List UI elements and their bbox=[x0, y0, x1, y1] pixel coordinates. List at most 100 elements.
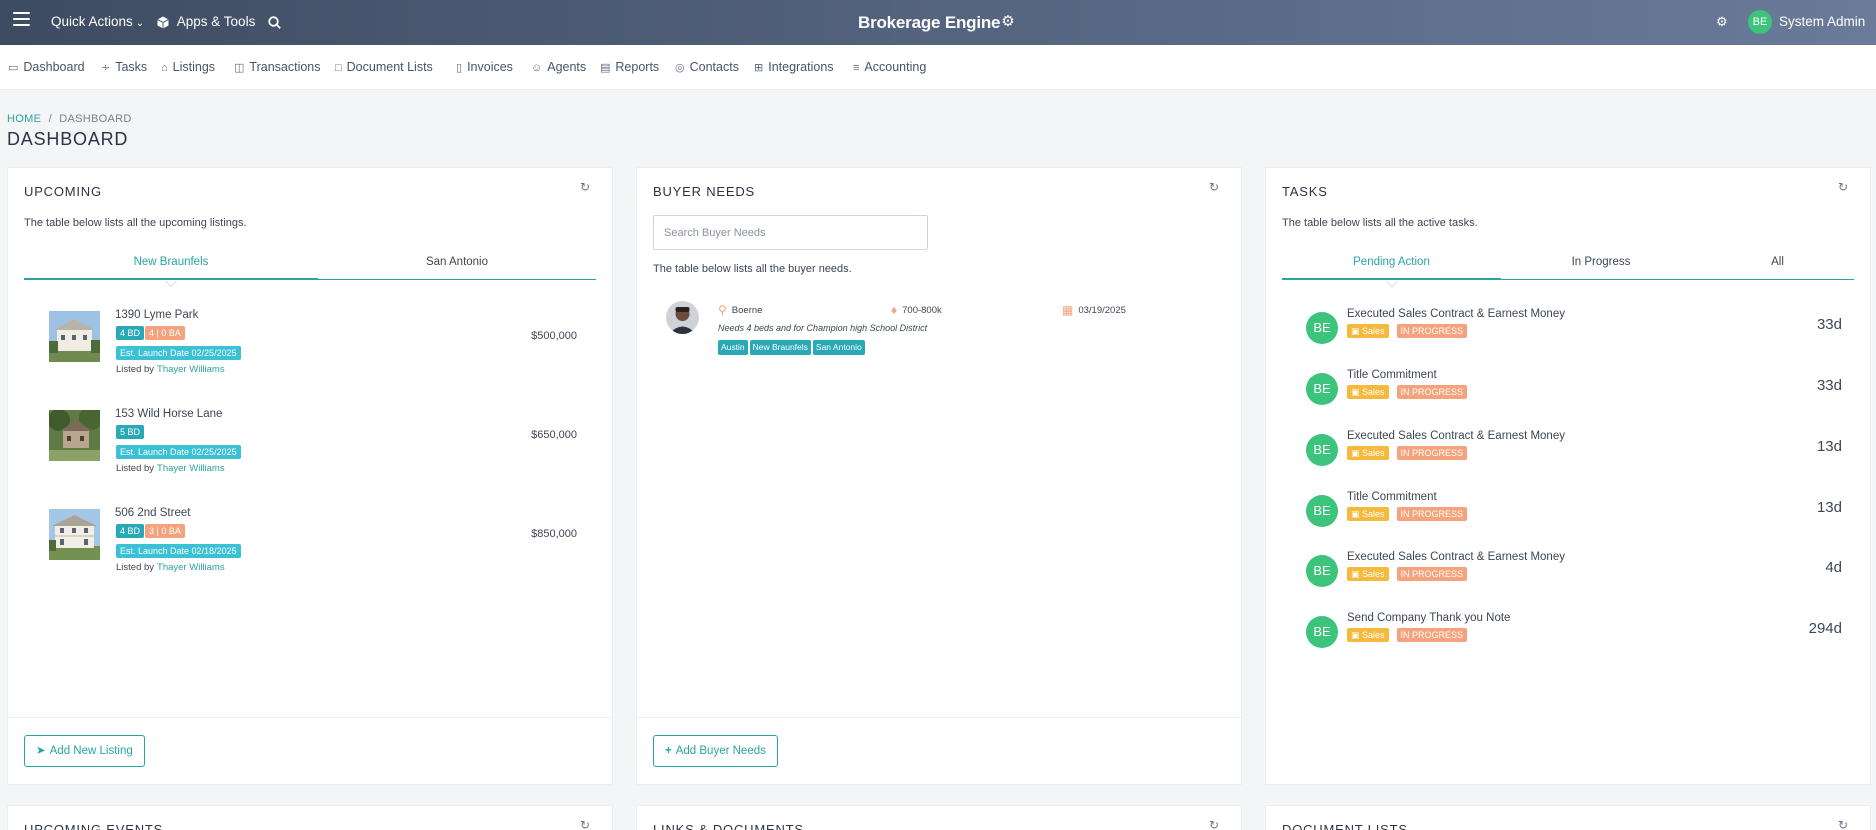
listed-by-label: Listed by bbox=[116, 364, 155, 375]
task-name[interactable]: Executed Sales Contract & Earnest Money bbox=[1347, 551, 1565, 563]
nav-item-contacts[interactable]: ◎ Contacts bbox=[675, 45, 739, 90]
listing-row[interactable]: 153 Wild Horse Lane 5 BD Est. Launch Dat… bbox=[48, 400, 588, 490]
listing-row[interactable]: 1390 Lyme Park 4 BD 4 | 0 BA Est. Launch … bbox=[48, 301, 588, 391]
card-description: The table below lists all the active tas… bbox=[1282, 217, 1478, 229]
task-name[interactable]: Executed Sales Contract & Earnest Money bbox=[1347, 308, 1565, 320]
listing-price: $850,000 bbox=[531, 528, 577, 540]
listing-photo bbox=[49, 311, 100, 362]
listing-photo bbox=[49, 509, 100, 560]
beds-badge: 5 BD bbox=[116, 425, 145, 439]
buyer-needs-card: BUYER NEEDS ↻ The table below lists all … bbox=[636, 167, 1242, 785]
user-icon: ☺ bbox=[531, 62, 543, 74]
task-row[interactable]: BE Title Commitment ▣ Sales IN PROGRESS 3… bbox=[1306, 369, 1846, 419]
refresh-icon[interactable]: ↻ bbox=[1838, 818, 1848, 830]
refresh-icon[interactable]: ↻ bbox=[1209, 818, 1219, 830]
nav-label: Accounting bbox=[864, 60, 927, 74]
status-badge: IN PROGRESS bbox=[1396, 324, 1468, 338]
task-name[interactable]: Send Company Thank you Note bbox=[1347, 612, 1510, 624]
brand-name: Brokerage Engine bbox=[858, 13, 1001, 32]
agent-link[interactable]: Thayer Williams bbox=[157, 463, 225, 474]
nav-item-agents[interactable]: ☺ Agents bbox=[531, 45, 586, 90]
status-badge: IN PROGRESS bbox=[1396, 567, 1468, 581]
listing-address[interactable]: 506 2nd Street bbox=[115, 507, 190, 519]
sales-badge: ▣ Sales bbox=[1347, 324, 1389, 338]
listing-row[interactable]: 506 2nd Street 4 BD 3 | 0 BA Est. Launch … bbox=[48, 499, 588, 589]
breadcrumb-home-link[interactable]: HOME bbox=[7, 113, 41, 125]
brand-logo[interactable]: Brokerage Engine⚙ bbox=[858, 0, 1015, 45]
badge-label: Sales bbox=[1362, 448, 1385, 458]
listed-by-label: Listed by bbox=[116, 463, 155, 474]
listing-photo bbox=[49, 410, 100, 461]
tab-pending-action[interactable]: Pending Action bbox=[1282, 252, 1501, 280]
add-new-listing-button[interactable]: ➤ Add New Listing bbox=[24, 735, 145, 767]
task-age: 4d bbox=[1825, 559, 1842, 576]
tab-in-progress[interactable]: In Progress bbox=[1501, 252, 1701, 280]
quick-actions-menu[interactable]: Quick Actions ⌄ bbox=[51, 0, 144, 45]
listing-address[interactable]: 153 Wild Horse Lane bbox=[115, 408, 222, 420]
avatar[interactable] bbox=[666, 301, 699, 334]
refresh-icon[interactable]: ↻ bbox=[1838, 180, 1848, 194]
agent-link[interactable]: Thayer Williams bbox=[157, 364, 225, 375]
sales-badge: ▣ Sales bbox=[1347, 567, 1389, 581]
task-row[interactable]: BE Executed Sales Contract & Earnest Mon… bbox=[1306, 430, 1846, 480]
task-row[interactable]: BE Title Commitment ▣ Sales IN PROGRESS 1… bbox=[1306, 491, 1846, 541]
nav-item-listings[interactable]: ⌂ Listings bbox=[161, 45, 215, 90]
user-menu[interactable]: BE System Admin bbox=[1748, 0, 1865, 45]
page-title: DASHBOARD bbox=[7, 129, 129, 149]
nav-item-dashboard[interactable]: ▭ Dashboard bbox=[8, 45, 85, 90]
date-meta: ▦ 03/19/2025 bbox=[1062, 303, 1126, 317]
task-name[interactable]: Executed Sales Contract & Earnest Money bbox=[1347, 430, 1565, 442]
task-row[interactable]: BE Executed Sales Contract & Earnest Mon… bbox=[1306, 551, 1846, 601]
nav-item-reports[interactable]: ▤ Reports bbox=[600, 45, 659, 90]
tab-all[interactable]: All bbox=[1701, 252, 1854, 280]
agent-link[interactable]: Thayer Williams bbox=[157, 562, 225, 573]
refresh-icon[interactable]: ↻ bbox=[580, 818, 590, 830]
task-tabs: Pending Action In Progress All bbox=[1282, 252, 1854, 280]
tab-san-antonio[interactable]: San Antonio bbox=[318, 252, 596, 280]
apps-tools-menu[interactable]: Apps & Tools bbox=[157, 0, 255, 45]
task-name[interactable]: Title Commitment bbox=[1347, 369, 1437, 381]
location-text: Boerne bbox=[731, 305, 763, 316]
avatar: BE bbox=[1306, 495, 1338, 527]
file-icon: ▯ bbox=[456, 62, 463, 74]
apps-tools-label: Apps & Tools bbox=[176, 14, 256, 29]
chevron-down-icon: ⌄ bbox=[135, 18, 145, 29]
listing-address[interactable]: 1390 Lyme Park bbox=[115, 309, 198, 321]
nav-item-transactions[interactable]: ◫ Transactions bbox=[234, 45, 321, 90]
card-title: UPCOMING bbox=[24, 184, 102, 199]
nav-item-tasks[interactable]: ∻ Tasks bbox=[101, 45, 147, 90]
refresh-icon[interactable]: ↻ bbox=[1209, 180, 1219, 194]
sales-badge: ▣ Sales bbox=[1347, 446, 1389, 460]
menu-icon[interactable] bbox=[13, 12, 30, 26]
task-row[interactable]: BE Executed Sales Contract & Earnest Mon… bbox=[1306, 308, 1846, 358]
search-icon bbox=[268, 16, 281, 29]
nav-label: Listings bbox=[172, 60, 216, 74]
add-buyer-needs-button[interactable]: + Add Buyer Needs bbox=[653, 735, 778, 767]
nav-label: Integrations bbox=[768, 60, 834, 74]
location-meta: ⚲ Boerne bbox=[718, 303, 762, 317]
status-badge: IN PROGRESS bbox=[1396, 446, 1468, 460]
gear-icon: ⚙ bbox=[1716, 14, 1728, 29]
nav-label: Tasks bbox=[115, 60, 148, 74]
task-name[interactable]: Title Commitment bbox=[1347, 491, 1437, 503]
avatar: BE bbox=[1306, 616, 1338, 648]
nav-item-invoices[interactable]: ▯ Invoices bbox=[456, 45, 513, 90]
folder-icon: □ bbox=[335, 62, 342, 74]
task-age: 13d bbox=[1816, 499, 1842, 516]
activity-icon: ∻ bbox=[101, 62, 111, 74]
search-button[interactable] bbox=[268, 0, 281, 45]
id-card-icon: ▣ bbox=[1351, 448, 1363, 458]
settings-button[interactable]: ⚙ bbox=[1716, 0, 1728, 45]
tab-new-braunfels[interactable]: New Braunfels bbox=[24, 252, 318, 280]
listed-by: Listed by Thayer Williams bbox=[116, 463, 225, 474]
top-bar: Quick Actions ⌄ Apps & Tools Brokerage En… bbox=[0, 0, 1876, 45]
task-row[interactable]: BE Send Company Thank you Note ▣ Sales IN… bbox=[1306, 612, 1846, 662]
refresh-icon[interactable]: ↻ bbox=[580, 180, 590, 194]
search-buyer-needs-input[interactable] bbox=[653, 215, 928, 250]
baths-badge: 3 | 0 BA bbox=[145, 524, 185, 538]
rocket-icon: ➤ bbox=[36, 745, 46, 757]
baths-badge: 4 | 0 BA bbox=[145, 326, 185, 340]
nav-item-document-lists[interactable]: □ Document Lists bbox=[335, 45, 433, 90]
nav-item-accounting[interactable]: ≡ Accounting bbox=[853, 45, 926, 90]
nav-item-integrations[interactable]: ⊞ Integrations bbox=[754, 45, 834, 90]
